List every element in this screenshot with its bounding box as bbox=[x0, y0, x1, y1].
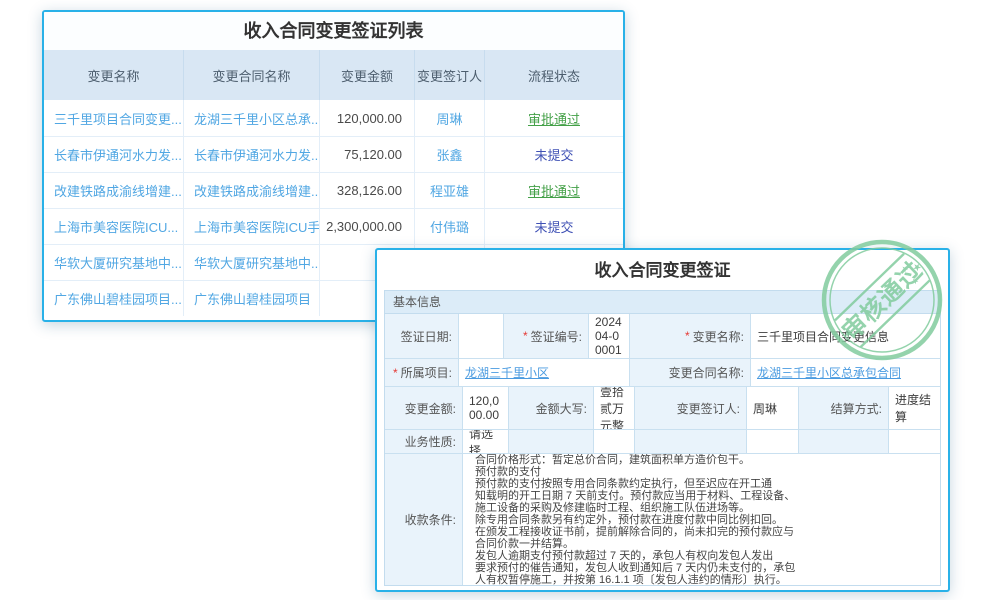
cell-change-name[interactable]: 华软大厦研究基地中... bbox=[44, 245, 183, 280]
empty-value-cell bbox=[746, 430, 798, 453]
status-badge[interactable]: 未提交 bbox=[534, 217, 573, 236]
form-row-5: 收款条件: 合同价格形式：暂定总价合同，建筑面积单方造价包干。 预付款的支付 预… bbox=[385, 453, 940, 585]
project-link[interactable]: 龙湖三千里小区 bbox=[465, 364, 549, 381]
col-header-signer: 变更签订人 bbox=[414, 50, 484, 100]
form-row-3: 变更金额: 120,000.00 金额大写: 壹拾贰万元整 变更签订人: 周琳 … bbox=[385, 386, 940, 429]
table-row: 上海市美容医院ICU... 上海市美容医院ICU手... 2,300,000.0… bbox=[44, 208, 623, 244]
amount-caps-label: 金额大写: bbox=[508, 387, 593, 429]
sign-date-field[interactable] bbox=[458, 314, 503, 358]
required-marker: * bbox=[523, 329, 528, 343]
payment-condition-field: 合同价格形式：暂定总价合同，建筑面积单方造价包干。 预付款的支付 预付款的支付按… bbox=[462, 454, 940, 585]
form-table: 签证日期: *签证编号: 202404-00001 *变更名称: 三千里项目合同… bbox=[384, 314, 941, 586]
list-header-row: 变更名称 变更合同名称 变更金额 变更签订人 流程状态 bbox=[44, 50, 623, 100]
list-title: 收入合同变更签证列表 bbox=[44, 12, 623, 50]
contract-name-label: 变更合同名称: bbox=[629, 359, 750, 386]
contract-link[interactable]: 龙湖三千里小区总承包合同 bbox=[757, 364, 901, 381]
payment-condition-text: 合同价格形式：暂定总价合同，建筑面积单方造价包干。 预付款的支付 预付款的支付按… bbox=[469, 454, 801, 585]
amount-label: 变更金额: bbox=[385, 387, 462, 429]
cell-change-name[interactable]: 广东佛山碧桂园项目... bbox=[44, 281, 183, 316]
change-name-label: *变更名称: bbox=[629, 314, 750, 358]
empty-label-cell bbox=[634, 430, 746, 453]
cell-amount: 120,000.00 bbox=[319, 100, 414, 136]
form-row-2: *所属项目: 龙湖三千里小区 变更合同名称: 龙湖三千里小区总承包合同 bbox=[385, 358, 940, 386]
status-badge[interactable]: 审批通过 bbox=[528, 109, 580, 128]
empty-label-cell bbox=[798, 430, 888, 453]
change-name-field[interactable]: 三千里项目合同变更信息 bbox=[750, 314, 940, 358]
status-badge[interactable]: 未提交 bbox=[534, 145, 573, 164]
cell-contract-name[interactable]: 广东佛山碧桂园项目 bbox=[183, 281, 319, 316]
cell-change-name[interactable]: 长春市伊通河水力发... bbox=[44, 137, 183, 172]
cell-contract-name[interactable]: 改建铁路成渝线增建... bbox=[183, 173, 319, 208]
form-title: 收入合同变更签证 bbox=[377, 250, 948, 290]
empty-value-cell bbox=[888, 430, 940, 453]
section-basic-info: 基本信息 bbox=[384, 290, 941, 314]
business-nature-select[interactable]: 请选择 bbox=[462, 430, 508, 453]
cell-amount: 328,126.00 bbox=[319, 173, 414, 208]
contract-name-field: 龙湖三千里小区总承包合同 bbox=[750, 359, 940, 386]
cell-amount: 75,120.00 bbox=[319, 137, 414, 172]
empty-label-cell bbox=[508, 430, 593, 453]
cell-change-name[interactable]: 改建铁路成渝线增建... bbox=[44, 173, 183, 208]
amount-caps-field: 壹拾贰万元整 bbox=[593, 387, 634, 429]
table-row: 三千里项目合同变更... 龙湖三千里小区总承... 120,000.00 周琳 … bbox=[44, 100, 623, 136]
contract-change-detail-panel: 收入合同变更签证 基本信息 签证日期: *签证编号: 202404-00001 … bbox=[375, 248, 950, 592]
col-header-amount: 变更金额 bbox=[319, 50, 414, 100]
cell-contract-name[interactable]: 长春市伊通河水力发... bbox=[183, 137, 319, 172]
sign-no-field: 202404-00001 bbox=[588, 314, 629, 358]
payment-condition-label: 收款条件: bbox=[385, 454, 462, 585]
signer-field[interactable]: 周琳 bbox=[746, 387, 798, 429]
table-row: 改建铁路成渝线增建... 改建铁路成渝线增建... 328,126.00 程亚雄… bbox=[44, 172, 623, 208]
form-row-1: 签证日期: *签证编号: 202404-00001 *变更名称: 三千里项目合同… bbox=[385, 314, 940, 358]
cell-signer: 程亚雄 bbox=[414, 173, 484, 208]
settle-method-label: 结算方式: bbox=[798, 387, 888, 429]
form-row-4: 业务性质: 请选择 bbox=[385, 429, 940, 453]
cell-amount: 2,300,000.00 bbox=[319, 209, 414, 244]
cell-contract-name[interactable]: 龙湖三千里小区总承... bbox=[183, 100, 319, 136]
amount-field[interactable]: 120,000.00 bbox=[462, 387, 508, 429]
cell-change-name[interactable]: 三千里项目合同变更... bbox=[44, 100, 183, 136]
cell-signer: 张鑫 bbox=[414, 137, 484, 172]
empty-value-cell bbox=[593, 430, 634, 453]
project-field: 龙湖三千里小区 bbox=[458, 359, 629, 386]
project-label: *所属项目: bbox=[385, 359, 458, 386]
signer-label: 变更签订人: bbox=[634, 387, 746, 429]
col-header-change-name: 变更名称 bbox=[44, 50, 183, 100]
table-row: 长春市伊通河水力发... 长春市伊通河水力发... 75,120.00 张鑫 未… bbox=[44, 136, 623, 172]
sign-no-label: *签证编号: bbox=[503, 314, 588, 358]
required-marker: * bbox=[685, 329, 690, 343]
business-nature-label: 业务性质: bbox=[385, 430, 462, 453]
cell-change-name[interactable]: 上海市美容医院ICU... bbox=[44, 209, 183, 244]
required-marker: * bbox=[393, 366, 398, 380]
status-badge[interactable]: 审批通过 bbox=[528, 181, 580, 200]
cell-signer: 周琳 bbox=[414, 100, 484, 136]
col-header-contract-name: 变更合同名称 bbox=[183, 50, 319, 100]
cell-contract-name[interactable]: 华软大厦研究基地中... bbox=[183, 245, 319, 280]
cell-signer: 付伟璐 bbox=[414, 209, 484, 244]
col-header-status: 流程状态 bbox=[484, 50, 623, 100]
sign-date-label: 签证日期: bbox=[385, 314, 458, 358]
cell-contract-name[interactable]: 上海市美容医院ICU手... bbox=[183, 209, 319, 244]
settle-method-field[interactable]: 进度结算 bbox=[888, 387, 940, 429]
